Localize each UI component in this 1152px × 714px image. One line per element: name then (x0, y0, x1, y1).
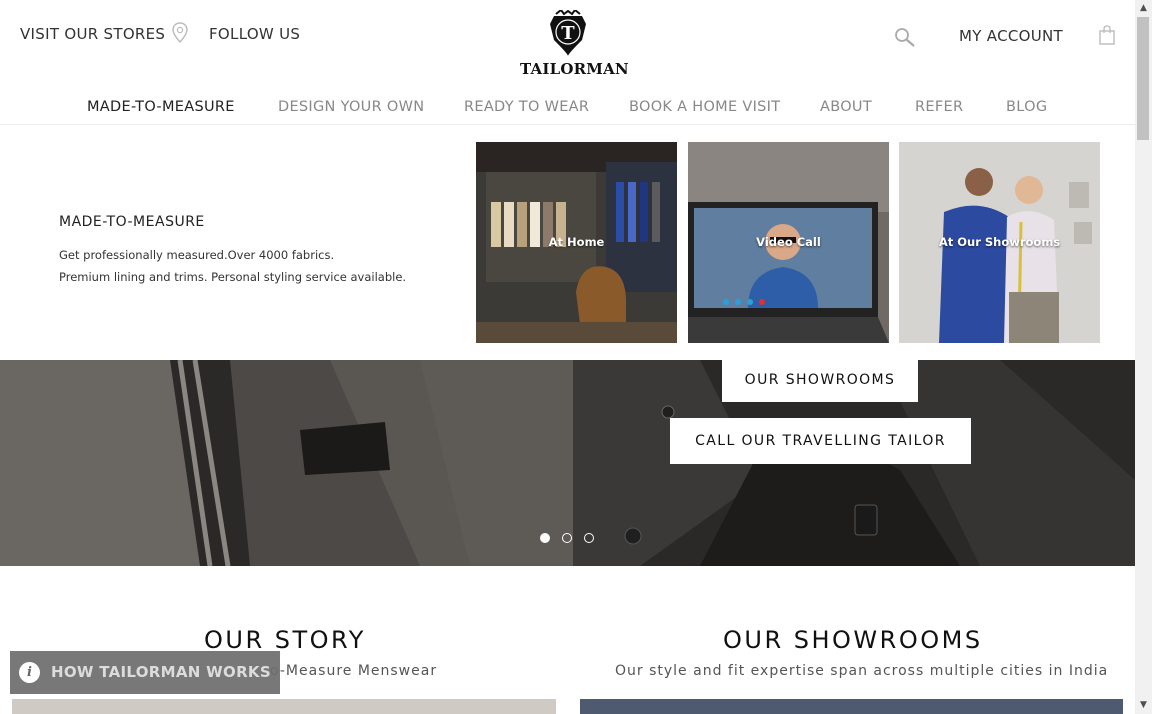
scrollbar-thumb[interactable] (1137, 17, 1149, 140)
call-travelling-tailor-button[interactable]: CALL OUR TRAVELLING TAILOR (670, 418, 971, 464)
our-story-title: OUR STORY (204, 626, 366, 654)
our-showrooms-title: OUR SHOWROOMS (723, 626, 983, 654)
card-label-at-home: At Home (548, 235, 605, 249)
nav-blog[interactable]: BLOG (1006, 99, 1047, 115)
scroll-down-arrow-icon[interactable]: ▼ (1135, 697, 1152, 714)
mega-menu-dropdown: MADE-TO-MEASURE Get professionally measu… (0, 125, 1135, 360)
info-icon: i (19, 662, 40, 683)
how-tailorman-works-label: HOW TAILORMAN WORKS (51, 663, 271, 681)
logo-wordmark: TAILORMAN (520, 60, 629, 78)
our-story-image[interactable] (12, 699, 556, 714)
visit-stores-link[interactable]: VISIT OUR STORES (20, 25, 165, 43)
logo-shield-icon: T (550, 8, 586, 56)
slider-dot-1[interactable] (540, 533, 550, 543)
our-showrooms-button[interactable]: OUR SHOWROOMS (722, 360, 918, 402)
nav-refer[interactable]: REFER (915, 99, 963, 115)
card-at-home[interactable]: At Home (476, 142, 677, 343)
our-story-subtitle: o-Measure Menswear (270, 663, 438, 679)
site-header: VISIT OUR STORES FOLLOW US T TAILORMAN M… (0, 0, 1135, 125)
mega-menu-title: MADE-TO-MEASURE (59, 214, 205, 230)
map-pin-icon[interactable] (171, 22, 189, 44)
logo-letter: T (561, 23, 575, 44)
our-showrooms-subtitle: Our style and fit expertise span across … (615, 663, 1109, 679)
card-at-our-showrooms[interactable]: At Our Showrooms (899, 142, 1100, 343)
nav-made-to-measure[interactable]: MADE-TO-MEASURE (87, 99, 235, 115)
card-video-call[interactable]: Video Call (688, 142, 889, 343)
tailorman-logo[interactable]: T TAILORMAN (520, 8, 629, 80)
shopping-bag-icon[interactable] (1098, 24, 1116, 46)
card-label-at-our-showrooms: At Our Showrooms (938, 235, 1061, 249)
search-icon[interactable] (893, 26, 917, 48)
card-label-video-call: Video Call (756, 235, 821, 249)
nav-design-your-own[interactable]: DESIGN YOUR OWN (278, 99, 424, 115)
nav-book-home-visit[interactable]: BOOK A HOME VISIT (629, 99, 780, 115)
our-showrooms-image[interactable] (580, 699, 1123, 714)
mega-menu-description-line1: Get professionally measured.Over 4000 fa… (59, 248, 335, 262)
nav-ready-to-wear[interactable]: READY TO WEAR (464, 99, 589, 115)
main-nav: MADE-TO-MEASURE DESIGN YOUR OWN READY TO… (0, 99, 1135, 119)
follow-us-link[interactable]: FOLLOW US (209, 25, 300, 43)
how-tailorman-works-button[interactable]: i HOW TAILORMAN WORKS (10, 651, 280, 694)
slider-dot-3[interactable] (584, 533, 594, 543)
my-account-link[interactable]: MY ACCOUNT (959, 27, 1063, 45)
nav-about[interactable]: ABOUT (820, 99, 872, 115)
mega-menu-description-line2: Premium lining and trims. Personal styli… (59, 270, 407, 284)
vertical-scrollbar[interactable]: ▲ ▼ (1135, 0, 1152, 714)
scroll-up-arrow-icon[interactable]: ▲ (1135, 0, 1152, 17)
slider-dot-2[interactable] (562, 533, 572, 543)
